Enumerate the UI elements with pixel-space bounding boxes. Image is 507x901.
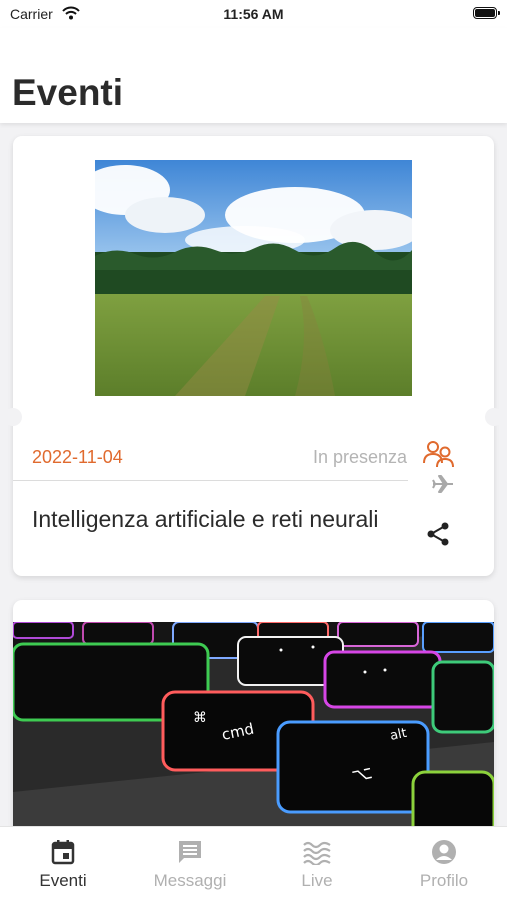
event-title: Intelligenza artificiale e reti neurali — [32, 506, 379, 532]
tab-messaggi[interactable]: Messaggi — [127, 827, 253, 901]
tab-bar: Eventi Messaggi Live Profilo — [0, 826, 507, 901]
page-header: Eventi — [0, 28, 507, 123]
tab-live[interactable]: Live — [254, 827, 380, 901]
tab-label: Eventi — [39, 871, 87, 890]
events-feed[interactable]: 2022-11-04 In presenza Intelligenza arti… — [0, 123, 507, 826]
event-modality: In presenza — [312, 447, 407, 467]
event-card[interactable]: 2022-11-04 In presenza Intelligenza arti… — [4, 136, 503, 576]
tab-label: Profilo — [419, 871, 469, 890]
card-notch-left — [4, 408, 22, 426]
chat-icon — [177, 839, 203, 870]
tab-eventi[interactable]: Eventi — [0, 827, 126, 901]
tab-profilo[interactable]: Profilo — [381, 827, 507, 901]
event-image: ⌘ cmd alt ⌥ — [13, 622, 494, 826]
page-title: Eventi — [12, 72, 124, 113]
waves-icon — [303, 839, 331, 870]
calendar-icon — [51, 839, 75, 870]
tab-label: Live — [301, 871, 333, 890]
plane-icon — [432, 473, 454, 500]
card-notch-right — [485, 408, 503, 426]
event-date: 2022-11-04 — [32, 447, 123, 467]
event-image — [95, 160, 412, 396]
battery-icon — [473, 7, 500, 19]
people-icon — [422, 439, 456, 474]
event-card[interactable]: ⌘ cmd alt ⌥ — [13, 600, 494, 826]
svg-text:⌥: ⌥ — [350, 762, 375, 787]
card-divider — [13, 480, 408, 481]
status-bar: Carrier 11:56 AM — [0, 0, 507, 28]
tab-label: Messaggi — [153, 871, 227, 890]
share-icon[interactable] — [426, 521, 450, 552]
person-icon — [431, 839, 457, 870]
status-time: 11:56 AM — [223, 6, 284, 22]
svg-text:⌘: ⌘ — [193, 710, 207, 726]
